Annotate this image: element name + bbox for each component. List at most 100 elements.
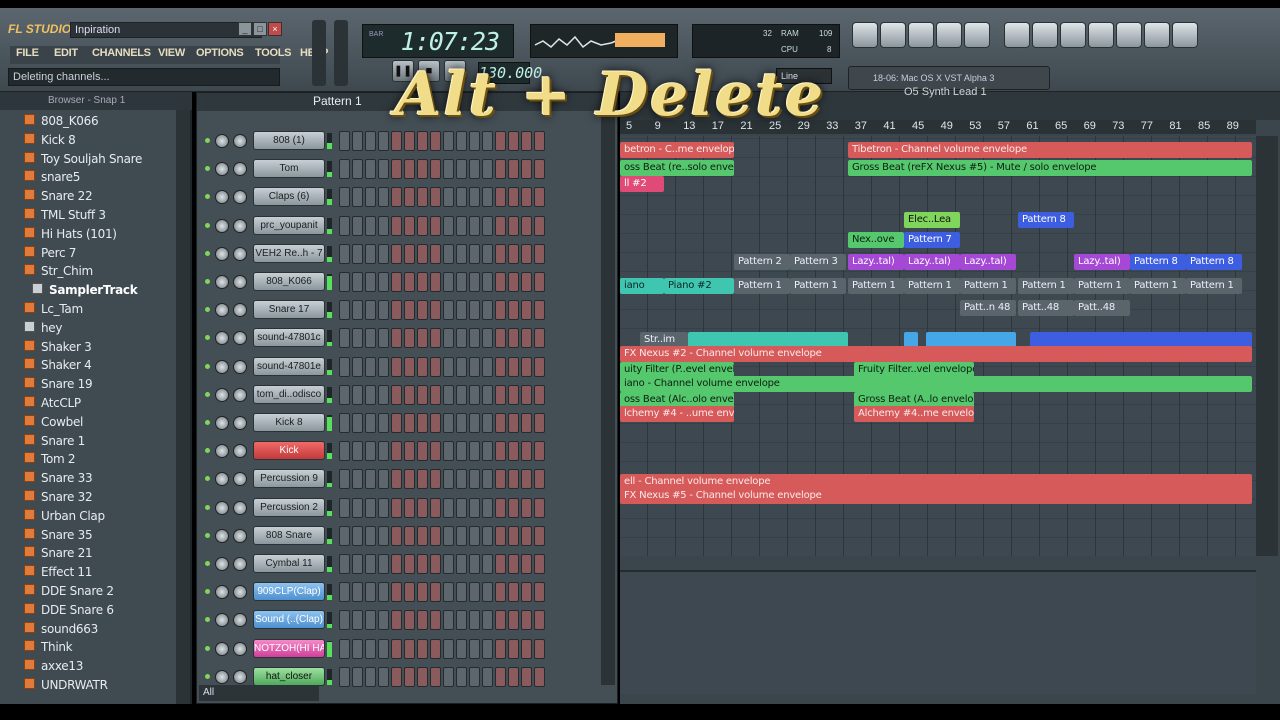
step-button[interactable]: [417, 413, 428, 433]
step-button[interactable]: [378, 131, 389, 151]
playlist-clip[interactable]: Pattern 1: [1018, 278, 1074, 294]
step-button[interactable]: [378, 413, 389, 433]
step-button[interactable]: [417, 356, 428, 377]
step-button[interactable]: [391, 638, 402, 659]
step-button[interactable]: [430, 469, 441, 490]
step-button[interactable]: [482, 554, 493, 574]
browser-item[interactable]: Kick 8: [24, 131, 76, 150]
step-button[interactable]: [495, 666, 506, 687]
pan-knob[interactable]: [215, 669, 229, 684]
step-button[interactable]: [534, 215, 545, 236]
step-button[interactable]: [417, 441, 428, 462]
playlist-clip[interactable]: Patt..n 48: [960, 300, 1016, 316]
volume-knob[interactable]: [233, 359, 247, 374]
step-button[interactable]: [521, 215, 532, 236]
step-button[interactable]: [417, 666, 428, 687]
step-button[interactable]: [339, 666, 350, 687]
step-button[interactable]: [456, 582, 467, 603]
step-button[interactable]: [404, 469, 415, 490]
render-icon[interactable]: [1060, 22, 1086, 48]
step-button[interactable]: [339, 187, 350, 208]
step-button[interactable]: [404, 638, 415, 659]
channel-button[interactable]: Kick: [253, 441, 325, 461]
step-button[interactable]: [534, 666, 545, 687]
step-button[interactable]: [521, 638, 532, 659]
minimize-button[interactable]: _: [238, 22, 252, 36]
step-button[interactable]: [378, 638, 389, 659]
step-button[interactable]: [495, 610, 506, 631]
step-button[interactable]: [352, 215, 363, 236]
maximize-button[interactable]: □: [253, 22, 267, 36]
step-button[interactable]: [443, 441, 454, 462]
step-button[interactable]: [352, 413, 363, 433]
step-button[interactable]: [430, 554, 441, 574]
step-button[interactable]: [339, 272, 350, 292]
channel-mute-led[interactable]: [205, 335, 210, 341]
step-button[interactable]: [417, 328, 428, 349]
playlist-clip[interactable]: Pattern 3: [790, 254, 846, 270]
step-button[interactable]: [365, 300, 376, 321]
channel-mute-led[interactable]: [205, 250, 210, 256]
song-name-field[interactable]: Inpiration: [70, 22, 262, 38]
menu-edit[interactable]: EDIT: [54, 47, 78, 59]
channel-button[interactable]: sound-47801c: [253, 328, 325, 348]
step-button[interactable]: [495, 497, 506, 518]
step-button[interactable]: [482, 666, 493, 687]
step-button[interactable]: [430, 638, 441, 659]
step-button[interactable]: [456, 384, 467, 405]
step-button[interactable]: [430, 215, 441, 236]
step-button[interactable]: [339, 215, 350, 236]
browser-item[interactable]: Cowbel: [24, 413, 83, 432]
step-button[interactable]: [391, 328, 402, 349]
step-button[interactable]: [482, 187, 493, 208]
step-button[interactable]: [430, 159, 441, 180]
channel-mute-led[interactable]: [205, 561, 210, 566]
channel-rack-scrollbar[interactable]: [601, 111, 615, 685]
step-button[interactable]: [365, 159, 376, 180]
browser-item[interactable]: Think: [24, 638, 73, 657]
step-button[interactable]: [495, 159, 506, 180]
step-button[interactable]: [391, 187, 402, 208]
step-button[interactable]: [404, 215, 415, 236]
pan-knob[interactable]: [215, 444, 229, 459]
pattern-selector[interactable]: Pattern 1: [313, 94, 362, 108]
step-button[interactable]: [521, 300, 532, 321]
playlist-clip[interactable]: Pattern 2: [734, 254, 790, 270]
pan-knob[interactable]: [215, 500, 229, 515]
step-button[interactable]: [391, 582, 402, 603]
step-button[interactable]: [391, 159, 402, 180]
step-button[interactable]: [456, 525, 467, 546]
step-button[interactable]: [352, 441, 363, 462]
volume-knob[interactable]: [233, 641, 247, 656]
step-button[interactable]: [352, 554, 363, 574]
step-button[interactable]: [391, 413, 402, 433]
step-button[interactable]: [352, 328, 363, 349]
step-button[interactable]: [443, 497, 454, 518]
step-button[interactable]: [521, 159, 532, 180]
browser-item[interactable]: Shaker 4: [24, 356, 92, 375]
channel-mute-led[interactable]: [205, 194, 210, 200]
browser-item[interactable]: Urban Clap: [24, 507, 105, 526]
step-button[interactable]: [469, 666, 480, 687]
step-button[interactable]: [482, 356, 493, 377]
step-button[interactable]: [352, 187, 363, 208]
playlist-clip[interactable]: Lazy..tal): [848, 254, 904, 270]
volume-knob[interactable]: [233, 134, 247, 148]
browser-item[interactable]: Snare 35: [24, 526, 93, 545]
step-button[interactable]: [469, 159, 480, 180]
step-button[interactable]: [365, 328, 376, 349]
channel-button[interactable]: NOTZOH(HI HAT): [253, 638, 325, 658]
step-button[interactable]: [456, 187, 467, 208]
volume-knob[interactable]: [233, 472, 247, 487]
step-button[interactable]: [430, 328, 441, 349]
pan-knob[interactable]: [215, 134, 229, 148]
step-button[interactable]: [456, 215, 467, 236]
playlist-clip[interactable]: Lazy..tal): [1074, 254, 1130, 270]
step-button[interactable]: [534, 469, 545, 490]
step-button[interactable]: [352, 356, 363, 377]
volume-knob[interactable]: [233, 190, 247, 205]
step-button[interactable]: [521, 187, 532, 208]
channel-button[interactable]: 808 Snare: [253, 525, 325, 545]
pan-knob[interactable]: [215, 162, 229, 177]
channel-button[interactable]: prc_youpanit: [253, 215, 325, 235]
